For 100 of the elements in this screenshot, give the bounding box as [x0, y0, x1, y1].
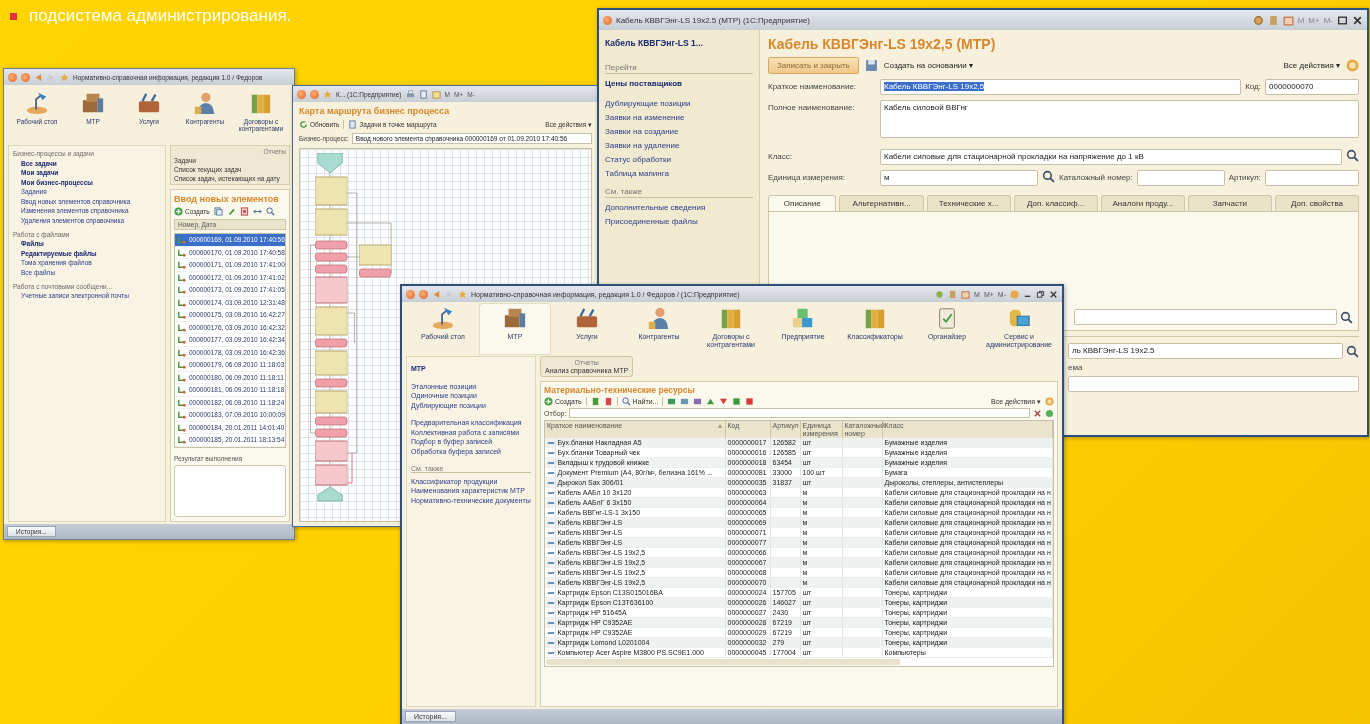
table-cell	[842, 577, 882, 588]
save-close-button[interactable]: Записать и закрыть	[768, 57, 859, 74]
star-icon[interactable]	[323, 89, 332, 99]
boxes-icon	[503, 306, 527, 330]
copy-icon[interactable]	[213, 207, 223, 216]
nav-link[interactable]: Статус обработки	[605, 155, 753, 164]
catalog-number-field[interactable]	[1136, 170, 1225, 186]
search-icon[interactable]	[1346, 344, 1359, 358]
nav-link[interactable]: Заявки на удаление	[605, 141, 753, 150]
table-cell	[842, 597, 882, 608]
square-icon[interactable]	[745, 397, 755, 406]
process-icon	[177, 410, 186, 420]
tab[interactable]: Аналоги проду...	[1100, 195, 1185, 211]
field-label: Краткое наименование:	[768, 81, 858, 91]
up-triangle-icon[interactable]	[706, 397, 716, 406]
full-name-field[interactable]: Кабель силовой ВВГнг	[880, 100, 1359, 138]
nav-link[interactable]: Дополнительные сведения	[605, 203, 753, 212]
calendar-icon[interactable]	[961, 289, 971, 299]
nav-link[interactable]: Заявки на изменение	[605, 113, 753, 122]
table-cell	[842, 557, 882, 568]
article-field[interactable]	[1264, 170, 1359, 186]
plus-icon	[174, 207, 183, 216]
help-icon[interactable]	[1045, 397, 1054, 406]
caption-text: подсистема администрирования.	[29, 6, 292, 26]
nav-link[interactable]: Присоединенные файлы	[605, 217, 753, 226]
input-field[interactable]: ль КВВГЭнг-LS 19х2.5	[1068, 343, 1343, 359]
table-cell	[770, 487, 800, 498]
search-icon[interactable]	[1346, 149, 1359, 162]
table-cell	[842, 647, 882, 658]
close-icon[interactable]	[1049, 289, 1058, 299]
tab[interactable]: Доп. классиф...	[1013, 195, 1098, 211]
table-cell	[842, 547, 882, 558]
tab[interactable]: Описание	[768, 195, 837, 211]
input-field[interactable]	[1068, 376, 1359, 392]
maximize-icon[interactable]	[1337, 14, 1348, 26]
save-icon[interactable]	[864, 59, 878, 72]
table-cell	[842, 497, 882, 508]
group-title: Перейти	[605, 63, 753, 74]
process-icon	[177, 372, 186, 382]
nav-link[interactable]: Таблица мапинга	[605, 169, 753, 178]
table-cell	[842, 507, 882, 518]
delete-icon[interactable]	[239, 207, 249, 216]
code-field[interactable]: 0000000070	[1265, 79, 1359, 95]
star-icon[interactable]	[60, 72, 69, 82]
table-cell	[842, 607, 882, 618]
nav-link[interactable]: Заявки на создание	[605, 127, 753, 136]
unit-field[interactable]: м	[880, 170, 1038, 186]
table-cell	[842, 467, 882, 478]
process-icon	[177, 297, 186, 307]
form-title: Карта маршрута бизнес процесса	[299, 106, 451, 116]
short-name-field[interactable]: Кабель КВВГЭнг-LS 19х2,5	[880, 79, 1242, 95]
menu-button[interactable]	[603, 15, 612, 25]
table-cell	[842, 438, 882, 448]
restore-icon[interactable]	[1036, 289, 1045, 299]
search-icon[interactable]	[265, 207, 275, 216]
arrows-icon[interactable]	[252, 207, 262, 216]
table-cell	[842, 637, 882, 648]
table-cell	[842, 447, 882, 458]
person-icon	[193, 91, 217, 115]
clear-icon[interactable]	[1033, 408, 1042, 418]
class-field[interactable]: Кабели силовые для стационарной прокладки на напряжение до 1 кВ	[880, 149, 1342, 165]
process-icon	[177, 422, 186, 432]
back-arrow-icon[interactable]	[432, 289, 441, 299]
field-label: Класс:	[768, 151, 793, 161]
process-icon	[177, 310, 186, 320]
tab[interactable]: Доп. свойства	[1274, 195, 1360, 211]
search-icon[interactable]	[1042, 170, 1055, 183]
back-arrow-icon[interactable]	[34, 72, 43, 82]
desk-lamp-icon	[25, 91, 49, 115]
filter-field[interactable]	[569, 408, 1030, 418]
list-title: Ввод новых элементов	[174, 194, 280, 204]
nav-link[interactable]: Цены поставщиков	[605, 79, 753, 88]
table-cell	[770, 547, 800, 558]
create-based-button[interactable]: Создать на основании ▾	[883, 61, 973, 70]
list-title: Материально-технические ресурсы	[544, 385, 696, 395]
table-cell	[842, 487, 882, 498]
process-icon	[177, 285, 186, 295]
help-icon[interactable]	[1346, 59, 1359, 72]
tab[interactable]: Технические х...	[926, 195, 1011, 211]
nav-link[interactable]: Дублирующие позиции	[605, 99, 753, 108]
down-triangle-icon[interactable]	[719, 397, 729, 406]
tab[interactable]: Запчасти	[1187, 195, 1272, 211]
table-cell	[770, 527, 800, 538]
toolbox-icon	[137, 91, 161, 115]
process-icon	[177, 360, 186, 370]
search-icon	[621, 397, 631, 406]
input-field[interactable]	[1074, 309, 1337, 325]
search-icon[interactable]	[1340, 310, 1353, 324]
square-icon[interactable]	[732, 397, 742, 406]
star-icon[interactable]	[458, 289, 467, 299]
tab[interactable]: Альтернативн...	[839, 195, 924, 211]
table-cell	[842, 627, 882, 638]
printer-icon[interactable]	[405, 89, 415, 99]
process-icon	[177, 247, 186, 257]
process-icon	[177, 335, 186, 345]
all-actions-button[interactable]: Все действия ▾	[1283, 61, 1340, 70]
close-icon[interactable]	[1352, 14, 1363, 26]
cubes-icon	[791, 306, 815, 330]
calendar-icon[interactable]	[1282, 14, 1294, 26]
calendar-icon[interactable]	[431, 89, 441, 99]
